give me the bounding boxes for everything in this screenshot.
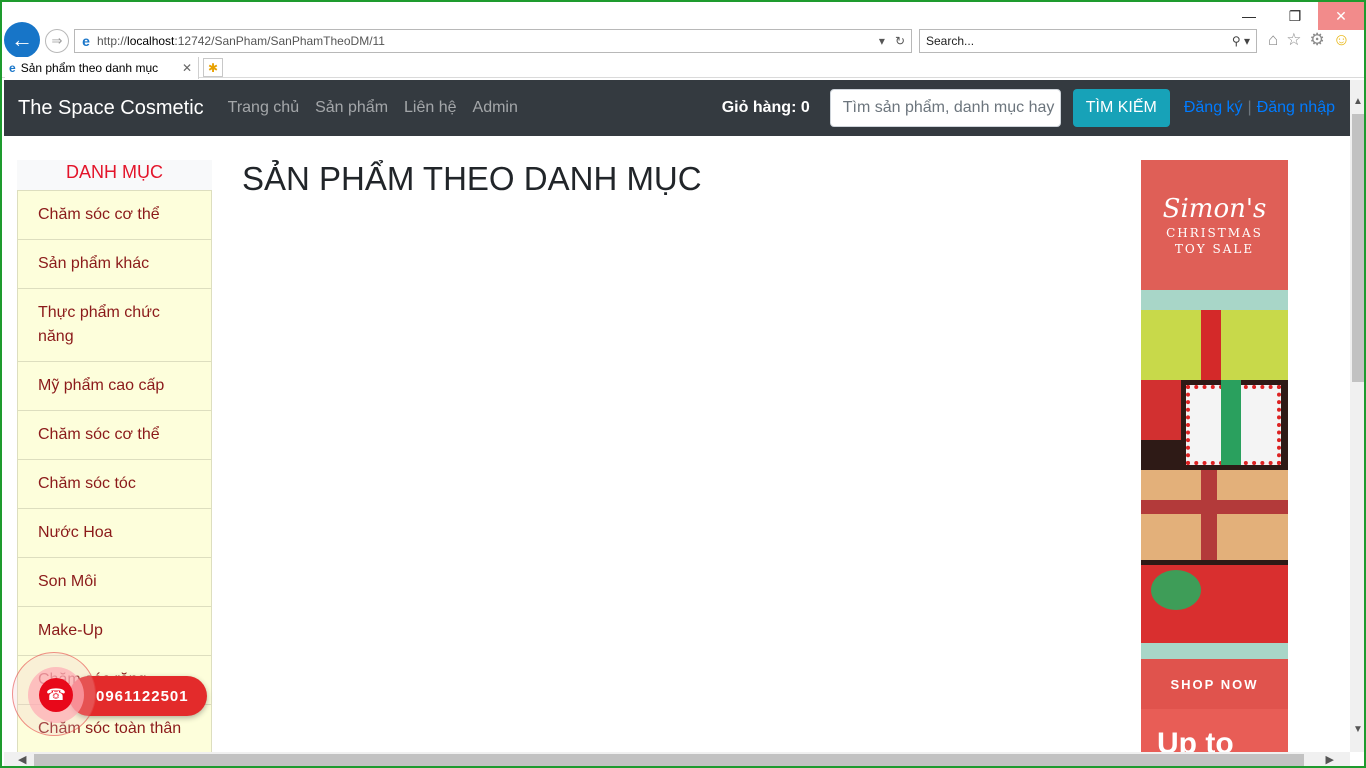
gift-boxes-image (1141, 310, 1288, 643)
url-host: localhost (127, 34, 175, 48)
category-item[interactable]: Thực phẩm chức năng (17, 289, 212, 362)
refresh-icon[interactable]: ↻ (895, 34, 905, 48)
category-item[interactable]: Nước Hoa (17, 509, 212, 558)
nav-links: Trang chủ Sản phẩm Liên hệ Admin (228, 99, 518, 117)
ad-header: Simon's CHRISTMAS TOY SALE (1141, 160, 1288, 290)
nav-link-home[interactable]: Trang chủ (228, 99, 299, 117)
tab-title: Sản phẩm theo danh mục (20, 61, 159, 75)
browser-window: — ❐ ✕ ← ⇒ e http:// localhost :12742/San… (0, 0, 1366, 768)
browser-chrome: — ❐ ✕ ← ⇒ e http:// localhost :12742/San… (2, 2, 1364, 79)
auth-separator: | (1247, 99, 1252, 116)
scroll-up-icon[interactable]: ▲ (1350, 94, 1364, 110)
gift-ribbon (1201, 470, 1217, 560)
browser-search-placeholder: Search... (926, 34, 975, 48)
forward-arrow-icon[interactable]: ⇒ (45, 29, 69, 53)
settings-gear-icon[interactable]: ⚙ (1310, 30, 1325, 50)
close-icon[interactable]: ✕ (1318, 2, 1364, 30)
scroll-left-icon[interactable]: ◀ (18, 752, 26, 766)
ie-logo-icon: e (82, 33, 90, 49)
category-item[interactable]: Chăm sóc cơ thể (17, 411, 212, 460)
horizontal-scroll-thumb[interactable] (34, 754, 1304, 766)
address-bar[interactable]: e http:// localhost :12742/SanPham/SanPh… (74, 29, 912, 53)
back-arrow-icon[interactable]: ← (4, 22, 40, 58)
phone-number: 0961122501 (96, 687, 189, 705)
ad-line-2: TOY SALE (1174, 242, 1255, 256)
url-path: :12742/SanPham/SanPhamTheoDM/11 (174, 34, 385, 48)
christmas-ad-banner[interactable]: Simon's CHRISTMAS TOY SALE SHOP NOW Up t… (1141, 160, 1288, 760)
ad-line-1: CHRISTMAS (1166, 226, 1263, 240)
category-item[interactable]: Sản phẩm khác (17, 240, 212, 289)
browser-toolbar: ⌂ ☆ ⚙ ☺ (1268, 30, 1350, 50)
search-button[interactable]: TÌM KIẾM (1072, 89, 1170, 127)
nav-link-products[interactable]: Sản phẩm (315, 99, 388, 117)
gift-bow (1151, 570, 1201, 610)
product-search-placeholder: Tìm sản phẩm, danh mục hay (842, 99, 1055, 116)
gift-ribbon (1201, 310, 1221, 380)
register-link[interactable]: Đăng ký (1184, 99, 1243, 117)
vertical-scrollbar[interactable]: ▲ ▼ (1350, 80, 1364, 752)
nav-link-admin[interactable]: Admin (473, 99, 518, 117)
shop-now-button[interactable]: SHOP NOW (1141, 659, 1288, 709)
scroll-down-icon[interactable]: ▼ (1350, 722, 1364, 738)
window-controls: — ❐ ✕ (1226, 2, 1364, 30)
gift-box (1141, 380, 1181, 440)
ad-divider-2 (1141, 643, 1288, 659)
browser-tab[interactable]: e Sản phẩm theo danh mục ✕ (5, 57, 199, 79)
login-link[interactable]: Đăng nhập (1257, 99, 1335, 117)
restore-icon[interactable]: ❐ (1272, 2, 1318, 30)
cart-count[interactable]: Giỏ hàng: 0 (722, 99, 810, 117)
tab-ie-icon: e (9, 61, 16, 75)
feedback-smiley-icon[interactable]: ☺ (1333, 30, 1350, 50)
product-search-input[interactable]: Tìm sản phẩm, danh mục hay (829, 89, 1061, 127)
minimize-icon[interactable]: — (1226, 2, 1272, 30)
home-icon[interactable]: ⌂ (1268, 30, 1278, 50)
favorites-star-icon[interactable]: ☆ (1286, 30, 1301, 50)
phone-icon[interactable]: ☎ (39, 678, 73, 712)
gift-ribbon (1221, 380, 1241, 465)
horizontal-scrollbar[interactable]: ◀ ▶ (4, 752, 1350, 766)
call-widget[interactable]: 0961122501 ☎ (12, 652, 207, 740)
search-icon[interactable]: ⚲ ▾ (1232, 34, 1256, 48)
category-item[interactable]: Make-Up (17, 607, 212, 656)
vertical-scroll-thumb[interactable] (1352, 114, 1364, 382)
tab-close-icon[interactable]: ✕ (182, 61, 198, 75)
url-prefix: http:// (97, 34, 128, 48)
dropdown-icon[interactable]: ▾ (879, 34, 885, 48)
page-title: SẢN PHẨM THEO DANH MỤC (242, 160, 702, 197)
new-tab-icon[interactable]: ✱ (203, 58, 223, 77)
category-heading: DANH MỤC (17, 160, 212, 190)
browser-search-input[interactable]: Search... ⚲ ▾ (919, 29, 1257, 53)
brand-logo[interactable]: The Space Cosmetic (18, 97, 204, 120)
category-item[interactable]: Mỹ phẩm cao cấp (17, 362, 212, 411)
category-item[interactable]: Chăm sóc tóc (17, 460, 212, 509)
site-navbar: The Space Cosmetic Trang chủ Sản phẩm Li… (4, 80, 1350, 136)
category-item[interactable]: Son Môi (17, 558, 212, 607)
ad-brand: Simon's (1162, 194, 1267, 224)
nav-link-contact[interactable]: Liên hệ (404, 99, 457, 117)
auth-links: Đăng ký | Đăng nhập (1184, 99, 1335, 117)
category-item[interactable]: Chăm sóc cơ thể (17, 190, 212, 240)
ad-divider (1141, 290, 1288, 310)
scroll-right-icon[interactable]: ▶ (1326, 752, 1334, 766)
